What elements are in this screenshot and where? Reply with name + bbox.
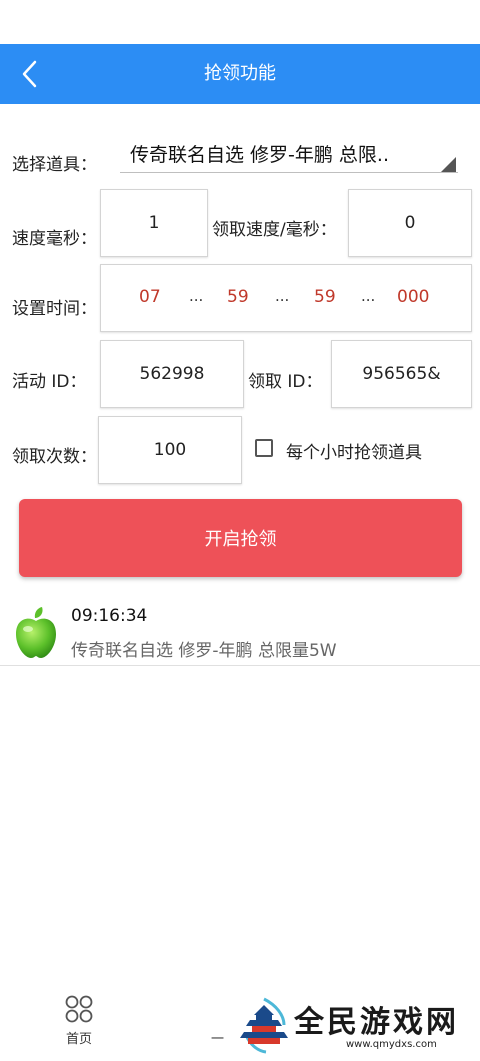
status-bar-area xyxy=(0,0,480,44)
time-field: 07 ... 59 ... 59 ... 000 xyxy=(100,264,472,332)
claim-id-label: 领取 ID： xyxy=(248,372,323,392)
item-select[interactable]: 传奇联名自选 修罗-年鹏 总限.. xyxy=(130,140,389,167)
activity-id-label: 活动 ID： xyxy=(12,372,87,392)
time-second-input[interactable]: 59 xyxy=(314,287,336,307)
nav-second-label[interactable]: 一 xyxy=(211,1028,224,1047)
claim-id-input[interactable]: 956565& xyxy=(331,340,472,408)
item-select-label: 选择道具： xyxy=(12,155,97,175)
watermark-url: www.qmydxs.com xyxy=(346,1039,437,1050)
log-divider xyxy=(0,665,480,666)
app-header: 抢领功能 xyxy=(0,44,480,104)
log-message: 传奇联名自选 修罗-年鹏 总限量5W xyxy=(71,641,337,661)
time-minute-input[interactable]: 59 xyxy=(227,287,249,307)
time-ms-input[interactable]: 000 xyxy=(397,287,429,307)
claim-count-label: 领取次数： xyxy=(12,447,97,467)
hourly-checkbox-label[interactable]: 每个小时抢领道具 xyxy=(286,438,422,463)
hourly-checkbox[interactable] xyxy=(255,439,273,457)
page-title: 抢领功能 xyxy=(204,63,276,84)
apple-icon xyxy=(12,603,60,659)
home-grid-icon[interactable] xyxy=(64,994,94,1024)
watermark-text: 全民游戏网 xyxy=(294,1005,459,1040)
time-separator: ... xyxy=(361,287,376,305)
claim-speed-label: 领取速度/毫秒： xyxy=(212,220,337,240)
time-label: 设置时间： xyxy=(12,299,97,319)
start-claim-button[interactable]: 开启抢领 xyxy=(19,499,462,577)
activity-id-input[interactable]: 562998 xyxy=(100,340,244,408)
speed-input[interactable]: 1 xyxy=(100,189,208,257)
dropdown-arrow-icon[interactable] xyxy=(440,157,456,173)
time-separator: ... xyxy=(189,287,204,305)
nav-home-label[interactable]: 首页 xyxy=(66,1028,92,1047)
claim-count-input[interactable]: 100 xyxy=(98,416,242,484)
pagoda-logo-icon xyxy=(237,997,291,1054)
claim-speed-input[interactable]: 0 xyxy=(348,189,472,257)
select-underline xyxy=(120,172,458,173)
time-separator: ... xyxy=(275,287,290,305)
speed-label: 速度毫秒： xyxy=(12,229,97,249)
watermark: 全民游戏网 www.qmydxs.com xyxy=(232,993,480,1061)
log-time: 09:16:34 xyxy=(71,606,148,626)
time-hour-input[interactable]: 07 xyxy=(139,287,161,307)
